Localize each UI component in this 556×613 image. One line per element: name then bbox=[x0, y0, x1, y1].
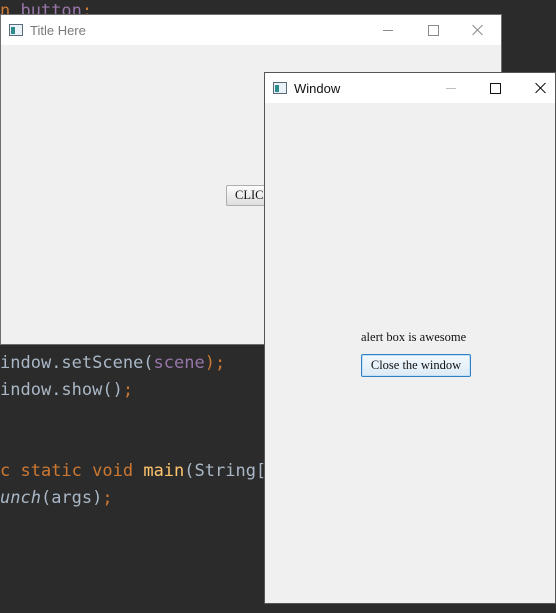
code-token: main bbox=[143, 461, 185, 481]
code-token: (String[] bbox=[184, 461, 277, 481]
code-token: (args) bbox=[40, 488, 103, 508]
popup-window: Window alert box is awesome Close the wi… bbox=[264, 72, 556, 604]
popup-window-titlebar[interactable]: Window bbox=[265, 73, 555, 103]
code-token: .show() bbox=[51, 380, 123, 400]
code-token: indow bbox=[0, 353, 52, 373]
close-icon bbox=[472, 24, 484, 36]
close-button[interactable] bbox=[455, 15, 501, 45]
minimize-icon bbox=[383, 29, 393, 31]
code-token: indow bbox=[0, 380, 52, 400]
code-token: ; bbox=[102, 488, 113, 508]
maximize-button[interactable] bbox=[472, 73, 518, 103]
code-token: .setScene( bbox=[51, 353, 154, 373]
code-line: indow.show(); bbox=[0, 380, 133, 400]
maximize-button[interactable] bbox=[410, 15, 456, 45]
close-button[interactable] bbox=[518, 73, 556, 103]
main-window-titlebar[interactable]: Title Here bbox=[1, 15, 501, 45]
maximize-icon bbox=[427, 24, 439, 36]
code-token: c bbox=[0, 461, 21, 481]
code-token: static bbox=[20, 461, 93, 481]
app-icon bbox=[9, 24, 23, 36]
minimize-button[interactable] bbox=[365, 15, 411, 45]
popup-window-title: Window bbox=[294, 80, 341, 96]
close-icon bbox=[535, 82, 547, 94]
code-token: unch bbox=[0, 488, 41, 508]
minimize-button[interactable] bbox=[428, 73, 474, 103]
close-window-button[interactable]: Close the window bbox=[361, 354, 471, 377]
code-token: scene bbox=[153, 353, 205, 373]
app-icon bbox=[273, 82, 287, 94]
alert-message: alert box is awesome bbox=[361, 330, 467, 344]
code-token: ; bbox=[122, 380, 134, 400]
main-window-title: Title Here bbox=[30, 22, 86, 38]
maximize-icon bbox=[489, 82, 501, 94]
code-token: void bbox=[92, 461, 144, 481]
code-token: ); bbox=[204, 353, 226, 373]
code-line: indow.setScene(scene); bbox=[0, 353, 225, 373]
minimize-icon bbox=[446, 87, 456, 89]
code-line: c static void main(String[] bbox=[0, 461, 276, 481]
code-line: unch(args); bbox=[0, 488, 113, 508]
